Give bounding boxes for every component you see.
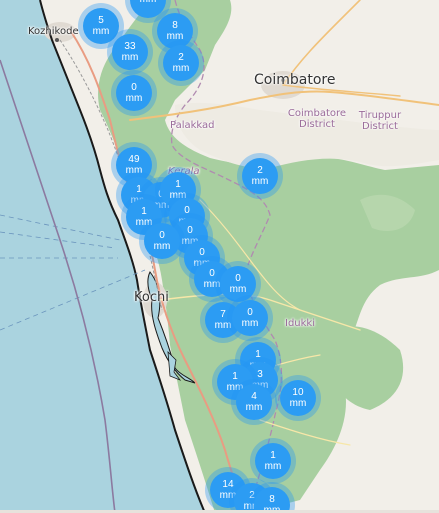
rainfall-marker-core: 1mm <box>254 442 292 480</box>
rainfall-marker[interactable]: 33 mm <box>107 29 153 75</box>
rainfall-marker[interactable]: 0mm <box>227 295 273 341</box>
rainfall-unit: mm <box>251 175 269 187</box>
rainfall-unit: mm <box>289 397 307 409</box>
rainfall-value: 8 <box>269 493 275 505</box>
rainfall-value: 2 <box>178 51 184 63</box>
rainfall-value: 0 <box>187 224 193 236</box>
rainfall-value: 2 <box>257 164 263 176</box>
rainfall-value: 49 <box>128 153 140 165</box>
rainfall-value: 33 <box>124 40 136 52</box>
rainfall-unit: mm <box>229 283 247 295</box>
map-canvas[interactable]: Kozhikode Coimbatore Coimbatore District… <box>0 0 439 513</box>
rainfall-value: 1 <box>141 205 147 217</box>
rainfall-value: 5 <box>98 14 104 26</box>
rainfall-unit: mm <box>245 401 263 413</box>
rainfall-unit: mm <box>92 25 110 37</box>
rainfall-marker-core: 0mm <box>231 299 269 337</box>
rainfall-unit: mm <box>153 240 171 252</box>
rainfall-marker[interactable]: 4 mm <box>231 379 277 425</box>
rainfall-value: 3 <box>257 368 263 380</box>
rainfall-marker[interactable]: 1mm <box>250 438 296 484</box>
rainfall-marker[interactable]: 10 mm <box>275 375 321 421</box>
rainfall-value: 0 <box>209 267 215 279</box>
rainfall-value: 0 <box>235 272 241 284</box>
rainfall-marker[interactable]: 2 mm <box>237 153 283 199</box>
maritime-line <box>0 214 121 241</box>
rainfall-marker-core: 2 mm <box>241 157 279 195</box>
rainfall-unit: mm <box>172 62 190 74</box>
rainfall-marker-core: 0mm <box>115 74 153 112</box>
rainfall-marker-core: 0mm <box>143 222 181 260</box>
rainfall-marker-core: 10 mm <box>279 379 317 417</box>
rainfall-marker-core: 2 mm <box>162 44 200 82</box>
rainfall-marker[interactable]: 0mm <box>111 70 157 116</box>
rainfall-value: 0 <box>131 81 137 93</box>
city-dot-coimbatore <box>281 78 285 82</box>
rainfall-value: 0 <box>247 306 253 318</box>
rainfall-value: 7 <box>220 308 226 320</box>
rainfall-marker-core: 33 mm <box>111 33 149 71</box>
rainfall-marker-core: 4 mm <box>235 383 273 421</box>
rainfall-value: 10 <box>292 386 304 398</box>
rainfall-value: 8 <box>172 19 178 31</box>
rainfall-value: 1 <box>232 370 238 382</box>
rainfall-unit: mm <box>264 460 282 472</box>
rainfall-value: 4 <box>251 390 257 402</box>
rainfall-unit: mm <box>125 92 143 104</box>
rainfall-value: 1 <box>175 178 181 190</box>
rainfall-marker[interactable]: 2 mm <box>158 40 204 86</box>
rainfall-value: 0 <box>159 229 165 241</box>
rainfall-unit: mm <box>121 51 139 63</box>
city-dot-kozhikode <box>55 38 59 42</box>
rainfall-unit: mm <box>241 317 259 329</box>
rainfall-unit: mm <box>140 0 157 5</box>
rainfall-value: 1 <box>270 449 276 461</box>
